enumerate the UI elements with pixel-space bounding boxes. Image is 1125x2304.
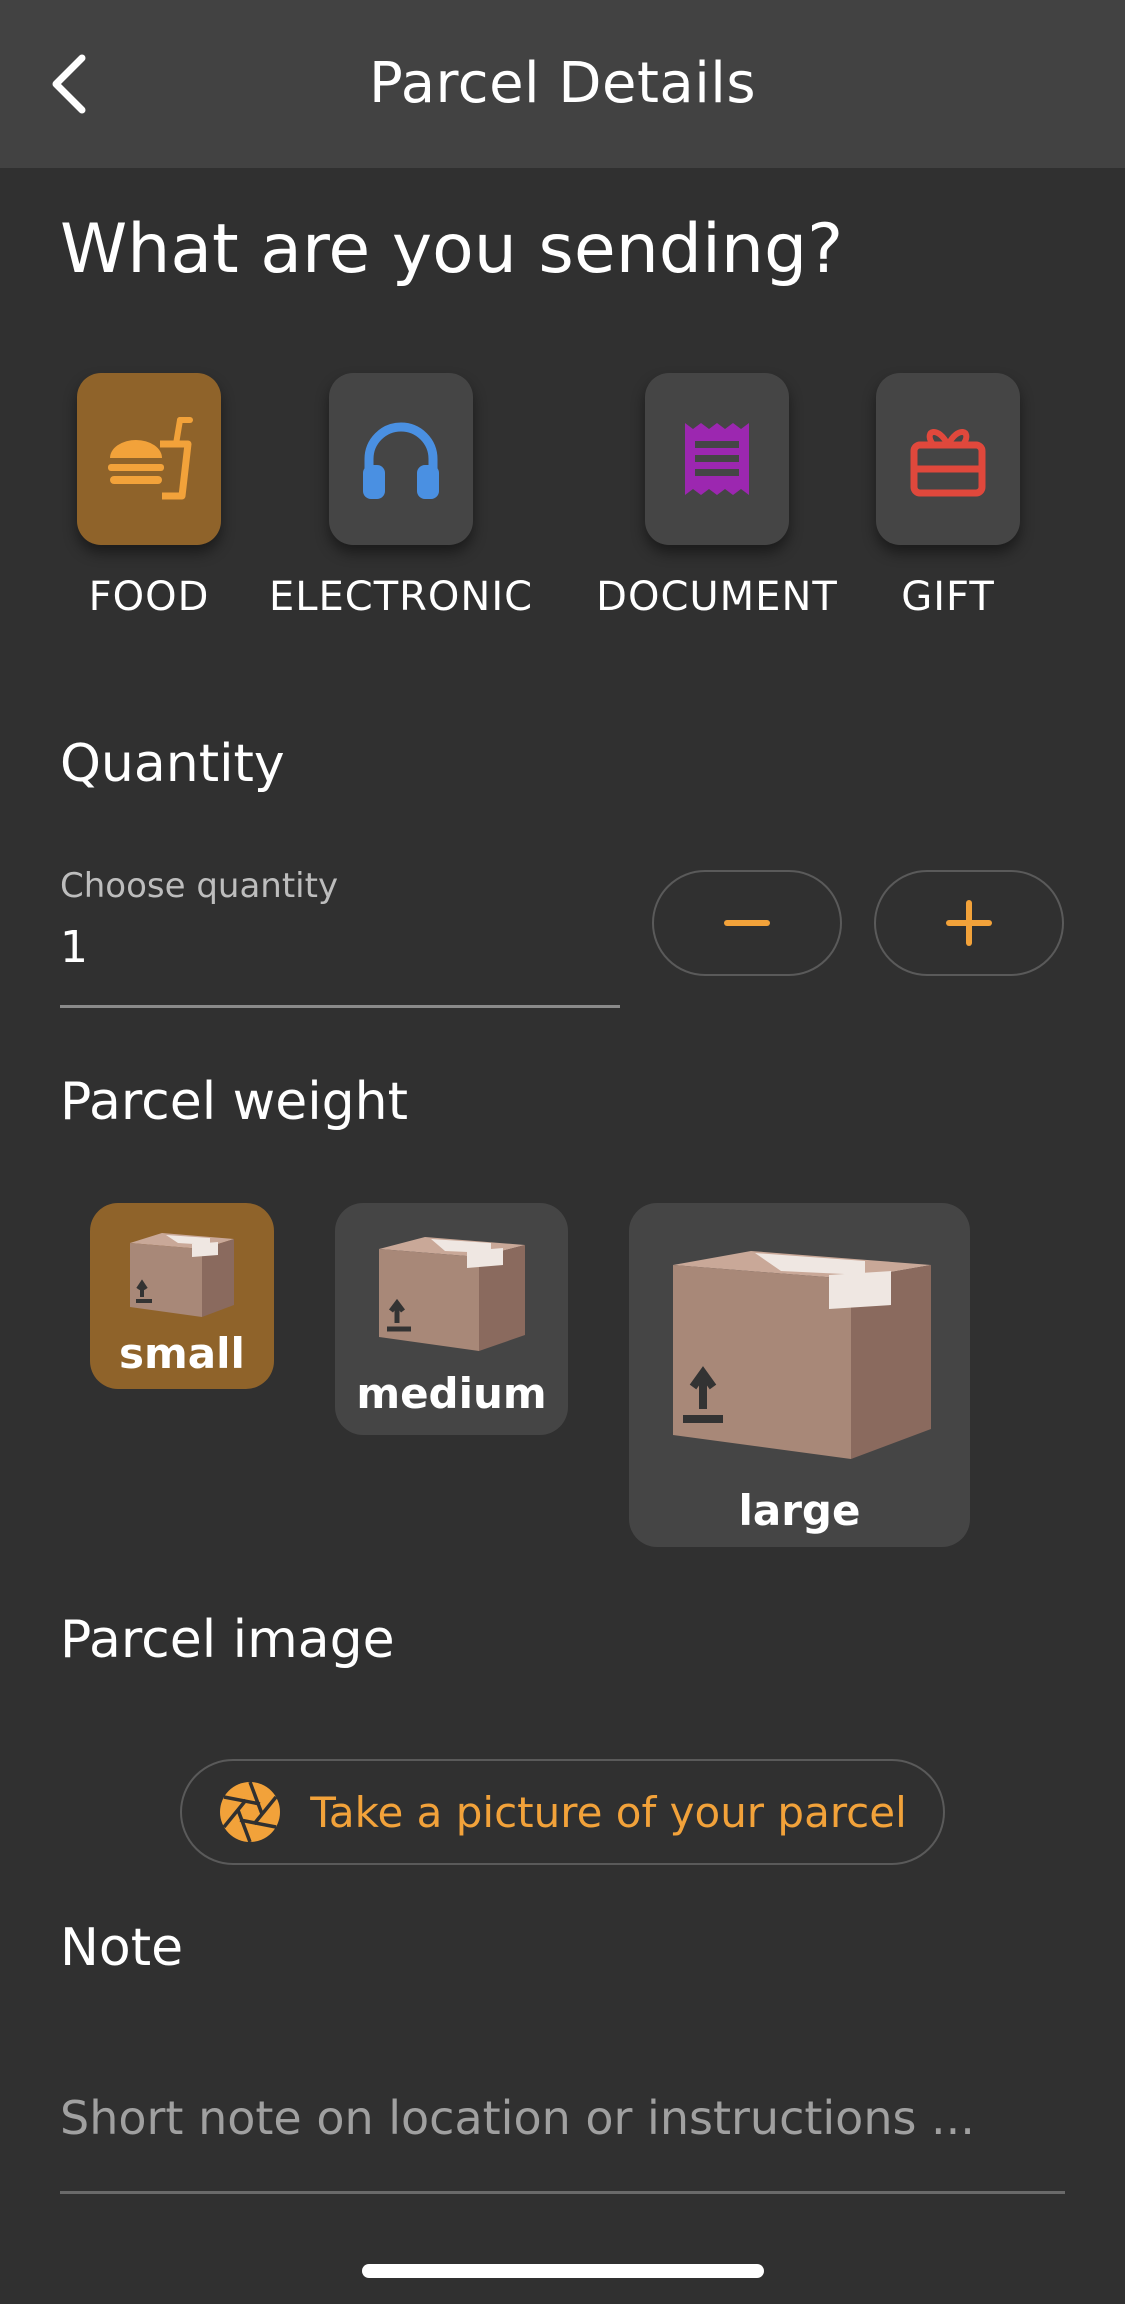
gift-icon [910, 429, 986, 497]
receipt-icon [685, 423, 749, 495]
increment-button[interactable] [874, 870, 1064, 976]
box-icon [379, 1237, 525, 1351]
minus-icon [724, 920, 770, 926]
quantity-caption: Choose quantity [60, 866, 339, 906]
weight-small-button[interactable]: small [90, 1203, 274, 1389]
weight-large-label: large [738, 1486, 861, 1535]
note-input[interactable] [60, 2064, 1065, 2194]
quantity-heading: Quantity [60, 734, 285, 794]
decrement-button[interactable] [652, 870, 842, 976]
image-heading: Parcel image [60, 1610, 395, 1670]
weight-heading: Parcel weight [60, 1072, 409, 1132]
category-food-button[interactable] [77, 373, 221, 545]
category-document-button[interactable] [645, 373, 789, 545]
fastfood-icon [108, 417, 193, 500]
home-indicator [362, 2264, 764, 2278]
camera-shutter-icon [220, 1781, 281, 1843]
category-label-electronic: ELECTRONIC [268, 574, 534, 620]
category-label-gift: GIFT [901, 574, 995, 620]
app-bar: Parcel Details [0, 0, 1125, 168]
box-icon [673, 1251, 931, 1459]
take-picture-label: Take a picture of your parcel [310, 1787, 907, 1837]
headphones-icon [363, 422, 439, 499]
weight-large-button[interactable]: large [629, 1203, 970, 1547]
weight-small-label: small [119, 1329, 245, 1378]
plus-icon [946, 900, 992, 946]
take-picture-button[interactable]: Take a picture of your parcel [180, 1759, 945, 1865]
box-icon [130, 1233, 234, 1317]
weight-medium-label: medium [356, 1369, 547, 1418]
chevron-left-icon [52, 54, 86, 114]
category-electronic-button[interactable] [329, 373, 473, 545]
back-button[interactable] [30, 44, 110, 124]
category-heading: What are you sending? [60, 210, 844, 289]
weight-medium-button[interactable]: medium [335, 1203, 568, 1435]
category-gift-button[interactable] [876, 373, 1020, 545]
page-title: Parcel Details [368, 51, 757, 116]
quantity-input[interactable] [60, 918, 620, 1008]
note-heading: Note [60, 1918, 184, 1978]
